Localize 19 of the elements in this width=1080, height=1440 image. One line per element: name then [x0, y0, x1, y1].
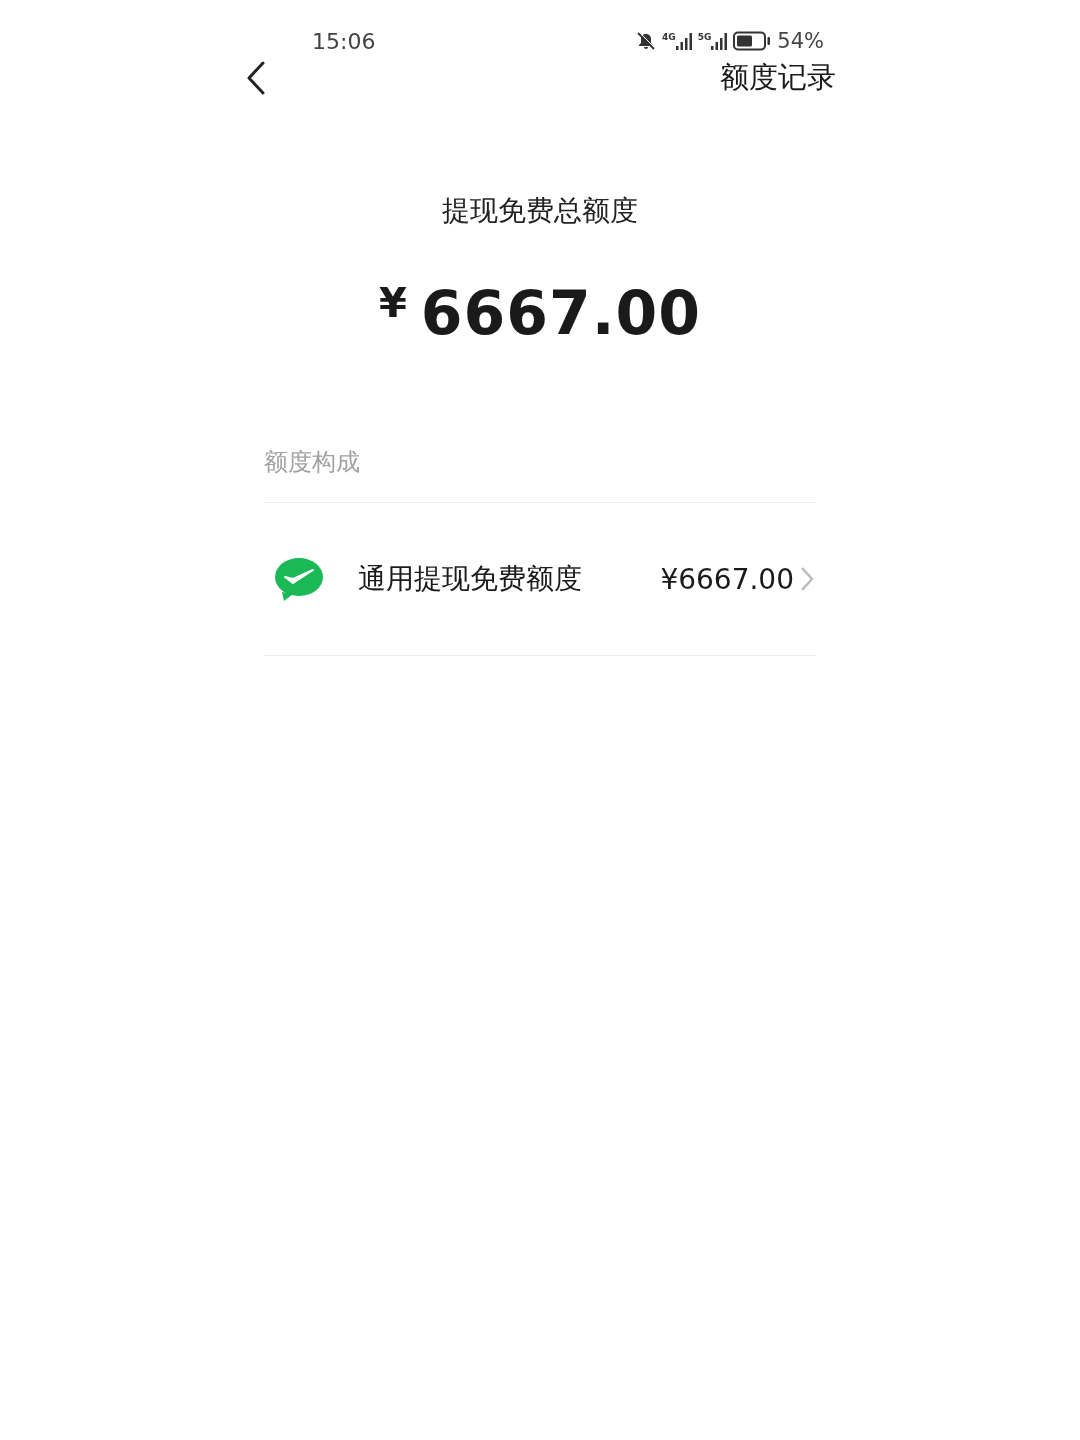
currency-symbol: ¥ — [378, 280, 407, 326]
status-time: 15:06 — [312, 28, 376, 54]
network-label: 4G — [662, 32, 676, 42]
total-amount: 6667.00 — [420, 277, 702, 350]
back-icon — [246, 61, 266, 95]
row-amount: ¥6667.00 — [660, 562, 794, 596]
quota-row[interactable]: 通用提现免费额度 ¥6667.00 — [264, 503, 816, 656]
battery-icon — [733, 31, 772, 51]
section-title: 额度构成 — [264, 446, 816, 503]
chat-check-icon — [274, 557, 324, 601]
network-label: 5G — [697, 32, 712, 42]
signal-icon — [675, 32, 692, 50]
battery-percentage: 54% — [777, 29, 824, 53]
muted-bell-icon — [636, 31, 656, 51]
summary-title: 提现免费总额度 — [441, 193, 639, 229]
signal-icon — [711, 32, 728, 50]
chevron-icon — [800, 566, 814, 592]
row-label: 通用提现免费额度 — [358, 561, 583, 597]
records-link[interactable]: 额度记录 — [720, 58, 836, 98]
